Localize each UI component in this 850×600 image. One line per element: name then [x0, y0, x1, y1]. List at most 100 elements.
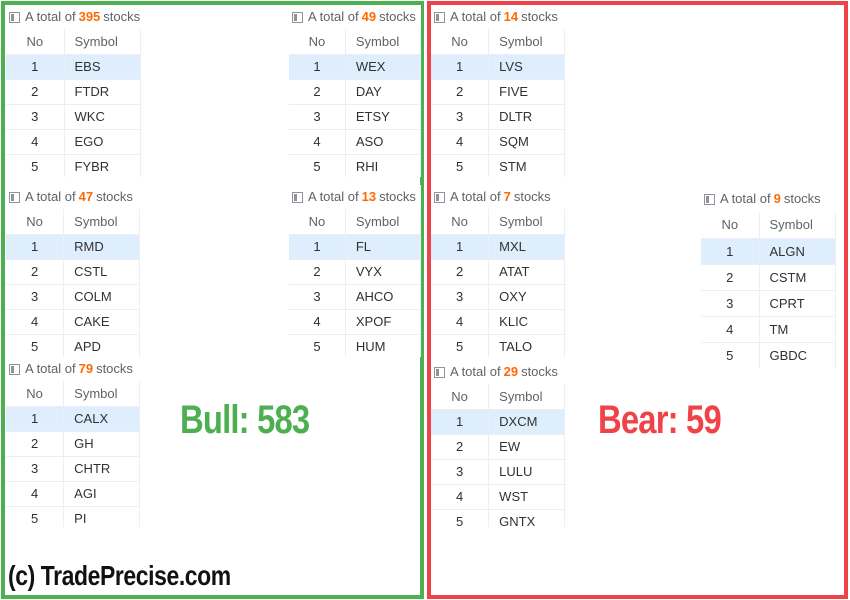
table-row[interactable]: 5 GNTX	[431, 509, 565, 527]
stock-symbol[interactable]: LVS	[488, 54, 565, 80]
table-row[interactable]: 3 ETSY	[289, 104, 421, 130]
stock-symbol[interactable]: CPRT	[759, 290, 836, 317]
table-row[interactable]: 5 RHI	[289, 154, 421, 177]
panel-toggle-checkbox[interactable]	[9, 191, 20, 203]
stock-symbol[interactable]: GNTX	[488, 509, 565, 527]
stock-symbol[interactable]: RMD	[63, 234, 140, 260]
column-header-symbol[interactable]: Symbol	[345, 209, 421, 235]
column-header-no[interactable]: No	[289, 209, 346, 235]
stock-symbol[interactable]: XPOF	[345, 309, 421, 335]
table-row[interactable]: 5 STM	[431, 154, 565, 177]
column-header-symbol[interactable]: Symbol	[63, 209, 140, 235]
table-row[interactable]: 4 WST	[431, 484, 565, 510]
stock-symbol[interactable]: HUM	[345, 334, 421, 357]
table-row[interactable]: 1 MXL	[431, 234, 565, 260]
stock-symbol[interactable]: WEX	[345, 54, 421, 80]
column-header-symbol[interactable]: Symbol	[488, 384, 565, 410]
table-row[interactable]: 2 DAY	[289, 79, 421, 105]
stock-symbol[interactable]: OXY	[488, 284, 565, 310]
column-header-no[interactable]: No	[289, 29, 346, 55]
stock-symbol[interactable]: CHTR	[63, 456, 140, 482]
stock-symbol[interactable]: CALX	[63, 406, 140, 432]
table-row[interactable]: 2 GH	[6, 431, 140, 457]
stock-symbol[interactable]: GBDC	[759, 342, 836, 368]
panel-toggle-checkbox[interactable]	[434, 366, 445, 378]
column-header-symbol[interactable]: Symbol	[759, 212, 836, 239]
table-row[interactable]: 3 LULU	[431, 459, 565, 485]
stock-symbol[interactable]: FL	[345, 234, 421, 260]
table-row[interactable]: 4 AGI	[6, 481, 140, 507]
column-header-no[interactable]: No	[701, 212, 760, 239]
column-header-symbol[interactable]: Symbol	[63, 381, 140, 407]
stock-symbol[interactable]: DLTR	[488, 104, 565, 130]
table-row[interactable]: 2 FIVE	[431, 79, 565, 105]
stock-symbol[interactable]: DAY	[345, 79, 421, 105]
stock-symbol[interactable]: SQM	[488, 129, 565, 155]
table-row[interactable]: 1 WEX	[289, 54, 421, 80]
stock-symbol[interactable]: CAKE	[63, 309, 140, 335]
table-row[interactable]: 3 COLM	[6, 284, 140, 310]
table-row[interactable]: 4 XPOF	[289, 309, 421, 335]
table-row[interactable]: 1 LVS	[431, 54, 565, 80]
column-header-symbol[interactable]: Symbol	[488, 29, 565, 55]
stock-symbol[interactable]: GH	[63, 431, 140, 457]
table-row[interactable]: 3 CHTR	[6, 456, 140, 482]
column-header-symbol[interactable]: Symbol	[345, 29, 421, 55]
column-header-no[interactable]: No	[6, 381, 65, 407]
stock-symbol[interactable]: AGI	[63, 481, 140, 507]
stock-symbol[interactable]: CSTM	[759, 264, 836, 291]
table-row[interactable]: 2 ATAT	[431, 259, 565, 285]
panel-toggle-checkbox[interactable]	[704, 193, 715, 205]
table-row[interactable]: 1 RMD	[6, 234, 140, 260]
column-header-no[interactable]: No	[431, 29, 490, 55]
table-row[interactable]: 3 AHCO	[289, 284, 421, 310]
table-row[interactable]: 2 CSTL	[6, 259, 140, 285]
column-header-no[interactable]: No	[6, 209, 65, 235]
stock-symbol[interactable]: RHI	[345, 154, 421, 177]
stock-symbol[interactable]: ALGN	[759, 238, 836, 265]
panel-toggle-checkbox[interactable]	[9, 11, 20, 23]
table-row[interactable]: 4 SQM	[431, 129, 565, 155]
stock-symbol[interactable]: WST	[488, 484, 565, 510]
table-row[interactable]: 1 CALX	[6, 406, 140, 432]
table-row[interactable]: 4 KLIC	[431, 309, 565, 335]
stock-symbol[interactable]: WKC	[64, 104, 141, 130]
table-row[interactable]: 3 OXY	[431, 284, 565, 310]
column-header-no[interactable]: No	[6, 29, 65, 55]
table-row[interactable]: 5 TALO	[431, 334, 565, 357]
panel-toggle-checkbox[interactable]	[292, 191, 303, 203]
table-row[interactable]: 1 EBS	[6, 54, 141, 80]
table-row[interactable]: 3 CPRT	[701, 290, 836, 317]
panel-toggle-checkbox[interactable]	[292, 11, 303, 23]
stock-symbol[interactable]: FYBR	[64, 154, 141, 177]
table-row[interactable]: 4 EGO	[6, 129, 141, 155]
table-row[interactable]: 5 GBDC	[701, 342, 836, 368]
stock-symbol[interactable]: KLIC	[488, 309, 565, 335]
table-row[interactable]: 3 DLTR	[431, 104, 565, 130]
stock-symbol[interactable]: MXL	[488, 234, 565, 260]
table-row[interactable]: 5 APD	[6, 334, 140, 357]
stock-symbol[interactable]: DXCM	[488, 409, 565, 435]
table-row[interactable]: 3 WKC	[6, 104, 141, 130]
table-row[interactable]: 4 CAKE	[6, 309, 140, 335]
stock-symbol[interactable]: EW	[488, 434, 565, 460]
column-header-symbol[interactable]: Symbol	[488, 209, 565, 235]
column-header-no[interactable]: No	[431, 384, 490, 410]
stock-symbol[interactable]: ETSY	[345, 104, 421, 130]
stock-symbol[interactable]: AHCO	[345, 284, 421, 310]
stock-symbol[interactable]: COLM	[63, 284, 140, 310]
stock-symbol[interactable]: EBS	[64, 54, 141, 80]
stock-symbol[interactable]: LULU	[488, 459, 565, 485]
table-row[interactable]: 5 HUM	[289, 334, 421, 357]
stock-symbol[interactable]: VYX	[345, 259, 421, 285]
table-row[interactable]: 5 PI	[6, 506, 140, 527]
panel-toggle-checkbox[interactable]	[434, 191, 445, 203]
table-row[interactable]: 1 FL	[289, 234, 421, 260]
column-header-no[interactable]: No	[431, 209, 490, 235]
stock-symbol[interactable]: ATAT	[488, 259, 565, 285]
panel-toggle-checkbox[interactable]	[434, 11, 445, 23]
table-row[interactable]: 2 CSTM	[701, 264, 836, 291]
panel-toggle-checkbox[interactable]	[9, 363, 20, 375]
table-row[interactable]: 1 ALGN	[701, 238, 836, 265]
table-row[interactable]: 1 DXCM	[431, 409, 565, 435]
